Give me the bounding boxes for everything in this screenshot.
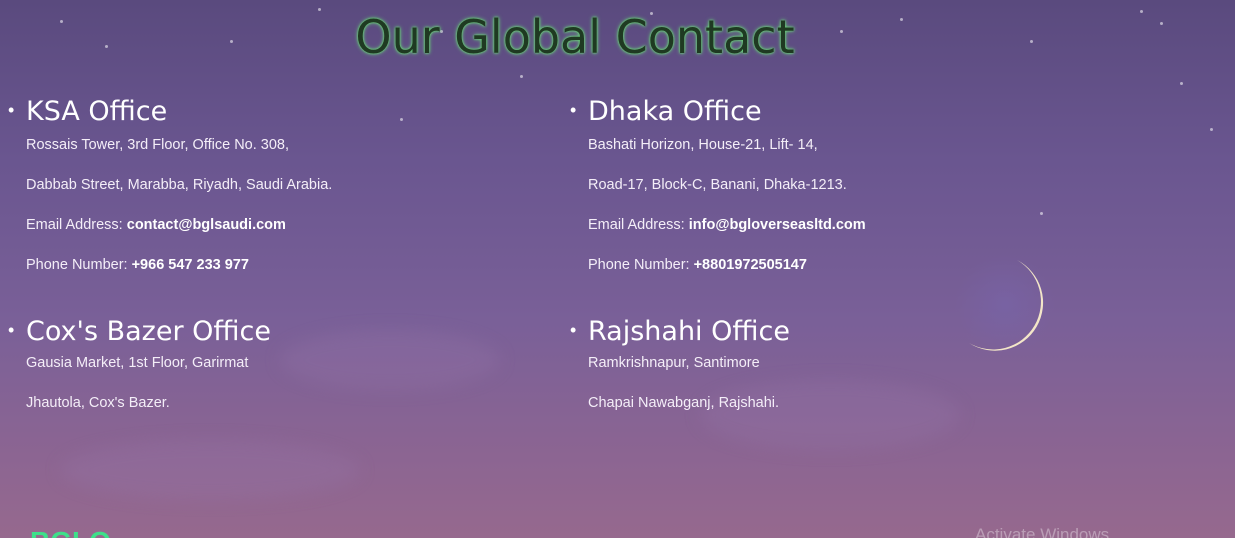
page-title: Our Global Contact xyxy=(355,10,795,64)
bullet-icon: • xyxy=(570,320,577,340)
office-ksa: • KSA Office Rossais Tower, 3rd Floor, O… xyxy=(8,92,506,285)
phone-row: Phone Number: +8801972505147 xyxy=(588,245,1068,285)
footer-logo[interactable]: BGLO xyxy=(30,527,111,538)
address-line-1: Bashati Horizon, House-21, Lift- 14, xyxy=(588,137,818,153)
activate-windows-watermark: Activate Windows xyxy=(975,525,1110,538)
email-label: Email Address: xyxy=(26,217,123,233)
address-line-1: Ramkrishnapur, Santimore xyxy=(588,355,760,371)
address-line-2: Jhautola, Cox's Bazer. xyxy=(26,395,170,411)
cloud-decoration xyxy=(60,440,360,500)
star-decoration xyxy=(1160,22,1163,25)
email-value: contact@bglsaudi.com xyxy=(126,217,286,233)
office-rajshahi: • Rajshahi Office Ramkrishnapur, Santimo… xyxy=(570,312,1068,423)
phone-label: Phone Number: xyxy=(26,257,128,273)
bullet-icon: • xyxy=(8,100,15,120)
star-decoration xyxy=(520,75,523,78)
star-decoration xyxy=(1180,82,1183,85)
office-coxs-bazer: • Cox's Bazer Office Gausia Market, 1st … xyxy=(8,312,506,423)
email-row: Email Address: info@bgloverseasltd.com xyxy=(588,205,1068,245)
address-line-2: Chapai Nawabganj, Rajshahi. xyxy=(588,395,780,411)
phone-value: +8801972505147 xyxy=(693,257,807,273)
phone-row: Phone Number: +966 547 233 977 xyxy=(26,245,506,285)
email-row: Email Address: contact@bglsaudi.com xyxy=(26,205,506,245)
bullet-icon: • xyxy=(8,320,15,340)
address-line-2: Road-17, Block-C, Banani, Dhaka-1213. xyxy=(588,177,847,193)
address-line-2: Dabbab Street, Marabba, Riyadh, Saudi Ar… xyxy=(26,177,333,193)
office-dhaka: • Dhaka Office Bashati Horizon, House-21… xyxy=(570,92,1068,285)
star-decoration xyxy=(1210,128,1213,131)
phone-value: +966 547 233 977 xyxy=(131,257,249,273)
bullet-icon: • xyxy=(570,100,577,120)
email-value: info@bgloverseasltd.com xyxy=(688,217,866,233)
address-line-1: Rossais Tower, 3rd Floor, Office No. 308… xyxy=(26,137,290,153)
phone-label: Phone Number: xyxy=(588,257,690,273)
email-label: Email Address: xyxy=(588,217,685,233)
